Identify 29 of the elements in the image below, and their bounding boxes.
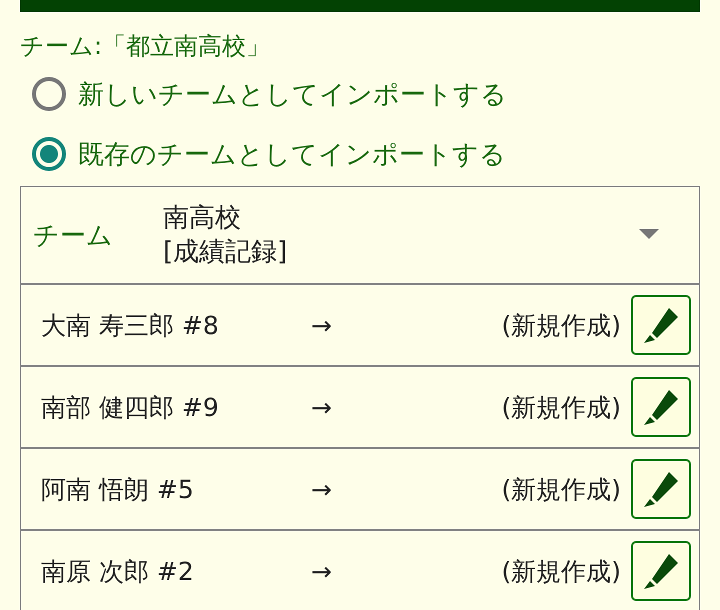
pencil-icon: [641, 387, 681, 427]
pencil-icon: [641, 469, 681, 509]
arrow-text: →: [311, 474, 333, 504]
pencil-icon: [641, 305, 681, 345]
import-option[interactable]: 新しいチームとしてインポートする: [32, 64, 720, 124]
player-name: 南原 次郎 #2: [41, 556, 195, 588]
arrow-text: →: [311, 392, 333, 422]
target-player: (新規作成): [500, 310, 621, 342]
team-heading: チーム:「都立南高校」: [20, 31, 272, 62]
edit-button[interactable]: [631, 377, 691, 437]
target-player: (新規作成): [500, 392, 621, 424]
pencil-icon: [641, 551, 681, 591]
team-label: チーム: [33, 220, 114, 252]
target-player: (新規作成): [500, 474, 621, 506]
team-dropdown[interactable]: チーム 南高校 [成績記録]: [21, 187, 699, 285]
arrow-text: →: [311, 310, 333, 340]
arrow-text: →: [311, 556, 333, 586]
radio-button[interactable]: [32, 77, 66, 111]
selected-team: 南高校 [成績記録]: [163, 202, 288, 269]
import-option[interactable]: 既存のチームとしてインポートする: [32, 124, 720, 184]
player-name: 大南 寿三郎 #8: [41, 310, 220, 342]
edit-button[interactable]: [631, 541, 691, 601]
player-name: 阿南 悟朗 #5: [41, 474, 195, 506]
player-name: 南部 健四郎 #9: [41, 392, 220, 424]
caret-icon: [639, 229, 659, 241]
radio-button[interactable]: [32, 137, 66, 171]
edit-button[interactable]: [631, 295, 691, 355]
target-player: (新規作成): [500, 556, 621, 588]
edit-button[interactable]: [631, 459, 691, 519]
